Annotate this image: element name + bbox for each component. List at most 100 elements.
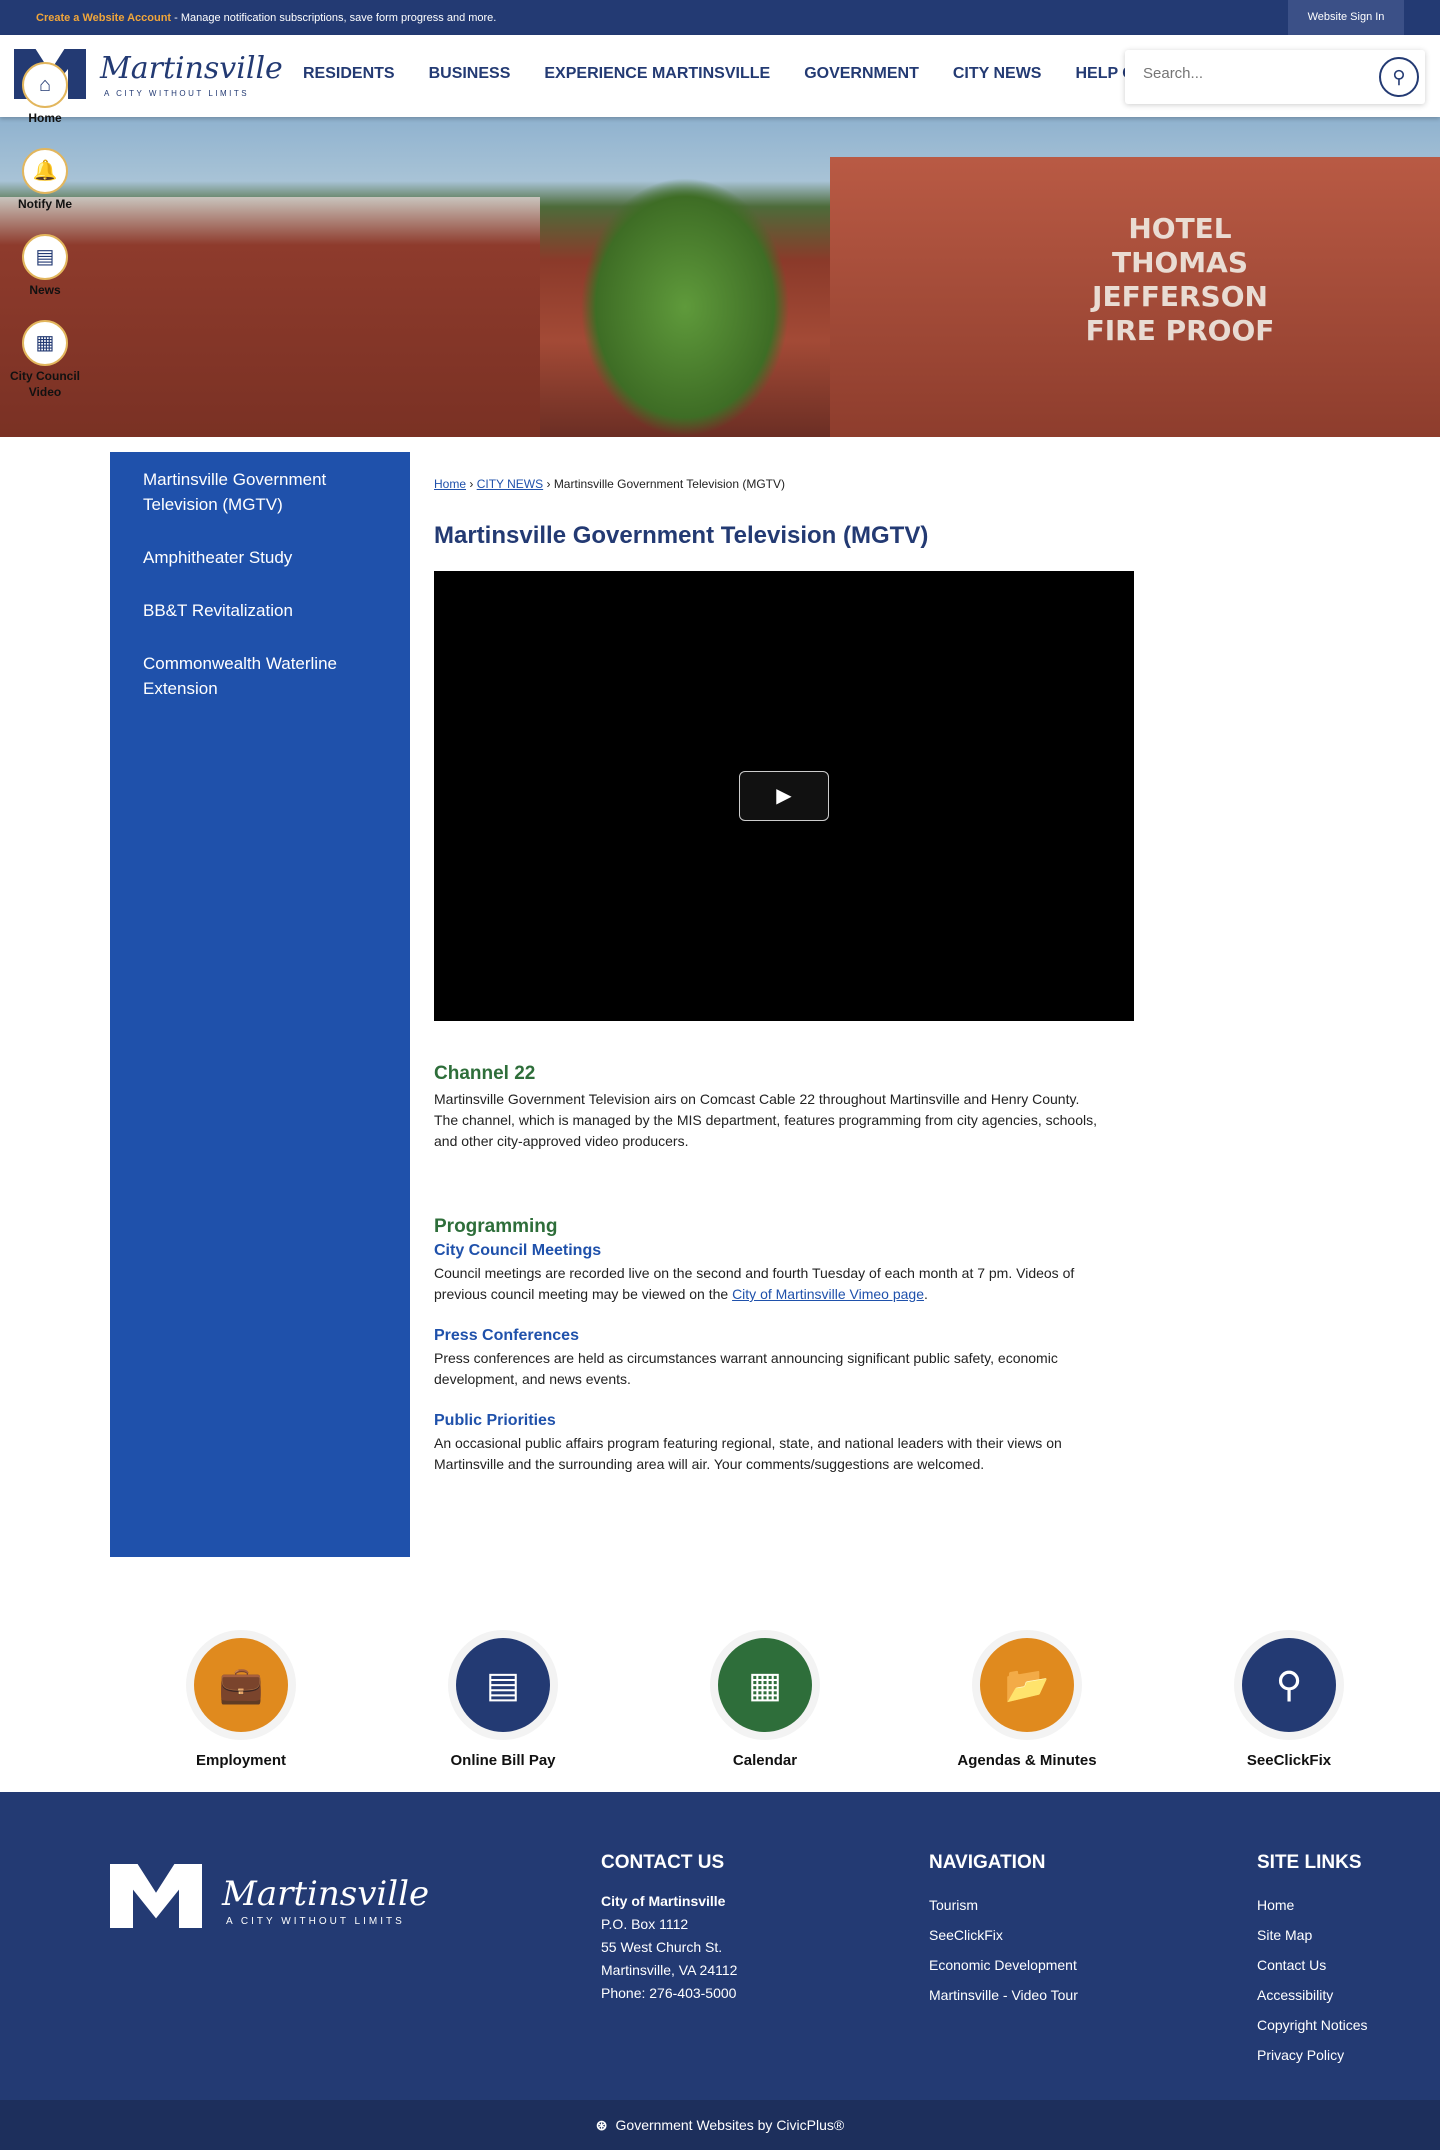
newspaper-icon: ▤ (22, 234, 68, 280)
breadcrumb-city-news[interactable]: CITY NEWS (477, 477, 543, 491)
footer-link-seeclickfix[interactable]: SeeClickFix (929, 1920, 1078, 1950)
nav-residents[interactable]: RESIDENTS (303, 65, 395, 83)
site-header: Martinsville A CITY WITHOUT LIMITS RESID… (0, 35, 1440, 117)
breadcrumb-home[interactable]: Home (434, 477, 466, 491)
top-bar: Create a Website Account - Manage notifi… (0, 0, 1440, 35)
contact-name: City of Martinsville (601, 1893, 726, 1909)
folder-icon: 📂 (980, 1638, 1074, 1732)
contact-line: P.O. Box 1112 (601, 1916, 689, 1932)
credit-card-icon: ▤ (456, 1638, 550, 1732)
tile-label: Employment (195, 1752, 286, 1769)
channel-section: Channel 22 Martinsville Government Telev… (434, 1063, 1104, 1152)
quick-link-label: Home (28, 111, 62, 125)
page-title: Martinsville Government Television (MGTV… (434, 522, 929, 549)
footer-link-economic-development[interactable]: Economic Development (929, 1950, 1078, 1980)
sidebar-nav: Martinsville Government Television (MGTV… (110, 452, 410, 1557)
calendar-icon: ▦ (22, 320, 68, 366)
quick-link-label: Notify Me (18, 197, 72, 211)
footer-link-video-tour[interactable]: Martinsville - Video Tour (929, 1980, 1078, 2010)
tile-employment[interactable]: 💼 Employment (141, 1630, 341, 1769)
civicplus-credit: ⊛ Government Websites by CivicPlus® (0, 2100, 1440, 2150)
civicplus-icon: ⊛ (595, 2117, 608, 2133)
navigation-heading: NAVIGATION (929, 1852, 1046, 1873)
quick-link-city-council-video[interactable]: ▦ City Council Video (0, 320, 90, 400)
contact-line: 55 West Church St. (601, 1939, 723, 1955)
video-player[interactable]: ▶ (434, 571, 1134, 1021)
contact-line: Martinsville, VA 24112 (601, 1962, 738, 1978)
nav-experience-martinsville[interactable]: EXPERIENCE MARTINSVILLE (544, 65, 770, 83)
breadcrumb-separator: › (466, 477, 477, 491)
logo-name: Martinsville (100, 51, 283, 86)
nav-business[interactable]: BUSINESS (429, 65, 511, 83)
civicplus-link[interactable]: Government Websites by CivicPlus® (616, 2117, 845, 2133)
footer-link-accessibility[interactable]: Accessibility (1257, 1980, 1368, 2010)
tile-label: Calendar (732, 1752, 798, 1769)
tile-label: SeeClickFix (1246, 1752, 1332, 1769)
contact-heading: CONTACT US (601, 1852, 725, 1873)
footer-link-copyright[interactable]: Copyright Notices (1257, 2010, 1368, 2040)
sidebar-item-commonwealth-waterline[interactable]: Commonwealth Waterline Extension (110, 651, 410, 701)
footer-navigation: NAVIGATION Tourism SeeClickFix Economic … (929, 1848, 1078, 2010)
channel-text: Martinsville Government Television airs … (434, 1091, 1097, 1149)
breadcrumb-current: Martinsville Government Television (MGTV… (553, 477, 785, 491)
calendar-icon: ▦ (718, 1638, 812, 1732)
hotel-sign: HOTEL THOMAS JEFFERSON FIRE PROOF (1085, 212, 1275, 347)
quick-link-label: News (29, 283, 61, 297)
site-links-heading: SITE LINKS (1257, 1852, 1362, 1873)
search-input[interactable] (1143, 65, 1363, 82)
site-footer: Martinsville A CITY WITHOUT LIMITS CONTA… (0, 1792, 1440, 2100)
sidebar-item-amphitheater-study[interactable]: Amphitheater Study (110, 545, 410, 570)
press-conferences-heading: Press Conferences (434, 1327, 579, 1344)
sidebar-item-mgtv[interactable]: Martinsville Government Television (MGTV… (110, 467, 410, 517)
footer-logo-m-mark (110, 1864, 202, 1928)
footer-logo-name: Martinsville (222, 1874, 430, 1914)
tile-calendar[interactable]: ▦ Calendar (665, 1630, 865, 1769)
footer-contact: CONTACT US City of Martinsville P.O. Box… (601, 1848, 737, 2005)
footer-link-privacy[interactable]: Privacy Policy (1257, 2040, 1368, 2070)
footer-link-site-map[interactable]: Site Map (1257, 1920, 1368, 1950)
footer-link-tourism[interactable]: Tourism (929, 1890, 1078, 1920)
public-priorities-text: An occasional public affairs program fea… (434, 1435, 1062, 1472)
footer-link-contact-us[interactable]: Contact Us (1257, 1950, 1368, 1980)
contact-phone: Phone: 276-403-5000 (601, 1985, 737, 2001)
quick-link-label: City Council Video (9, 369, 80, 399)
breadcrumb: Home › CITY NEWS › Martinsville Governme… (434, 477, 785, 491)
breadcrumb-separator: › (543, 477, 554, 491)
account-message: - Manage notification subscriptions, sav… (171, 12, 497, 24)
council-text-end: . (924, 1286, 928, 1302)
tile-seeclickfix[interactable]: ⚲ SeeClickFix (1189, 1630, 1389, 1769)
website-sign-in-button[interactable]: Website Sign In (1288, 0, 1404, 35)
programming-heading: Programming (434, 1216, 558, 1237)
nav-city-news[interactable]: CITY NEWS (953, 65, 1042, 83)
footer-logo-tagline: A CITY WITHOUT LIMITS (226, 1916, 405, 1927)
create-account-link[interactable]: Create a Website Account (36, 12, 171, 24)
public-priorities-heading: Public Priorities (434, 1412, 556, 1429)
play-button[interactable]: ▶ (739, 771, 829, 821)
press-conferences-text: Press conferences are held as circumstan… (434, 1350, 1058, 1387)
hero-tree (580, 177, 790, 437)
quick-link-notify-me[interactable]: 🔔 Notify Me (0, 148, 90, 212)
tile-label: Agendas & Minutes (957, 1752, 1097, 1769)
footer-link-home[interactable]: Home (1257, 1890, 1368, 1920)
vimeo-link[interactable]: City of Martinsville Vimeo page (732, 1286, 924, 1302)
council-meetings-text: Council meetings are recorded live on th… (434, 1263, 1104, 1305)
council-meetings-heading: City Council Meetings (434, 1242, 602, 1259)
sidebar-item-bbt-revitalization[interactable]: BB&T Revitalization (110, 598, 410, 623)
quick-link-home[interactable]: ⌂ Home (0, 62, 90, 126)
tile-agendas-minutes[interactable]: 📂 Agendas & Minutes (927, 1630, 1127, 1769)
tile-label: Online Bill Pay (450, 1752, 556, 1769)
quick-link-news[interactable]: ▤ News (0, 234, 90, 298)
nav-government[interactable]: GOVERNMENT (804, 65, 919, 83)
main-nav: RESIDENTS BUSINESS EXPERIENCE MARTINSVIL… (303, 65, 1188, 83)
briefcase-icon: 💼 (194, 1638, 288, 1732)
programming-section: Programming City Council Meetings Counci… (434, 1216, 1104, 1475)
footer-site-links: SITE LINKS Home Site Map Contact Us Acce… (1257, 1848, 1368, 2070)
search-box: ⚲ (1125, 50, 1425, 104)
hero-image: HOTEL THOMAS JEFFERSON FIRE PROOF (0, 117, 1440, 437)
bell-icon: 🔔 (22, 148, 68, 194)
search-icon[interactable]: ⚲ (1379, 57, 1419, 97)
map-pin-icon: ⚲ (1242, 1638, 1336, 1732)
hero-building-left (0, 197, 540, 437)
channel-heading: Channel 22 (434, 1063, 536, 1084)
tile-online-bill-pay[interactable]: ▤ Online Bill Pay (403, 1630, 603, 1769)
